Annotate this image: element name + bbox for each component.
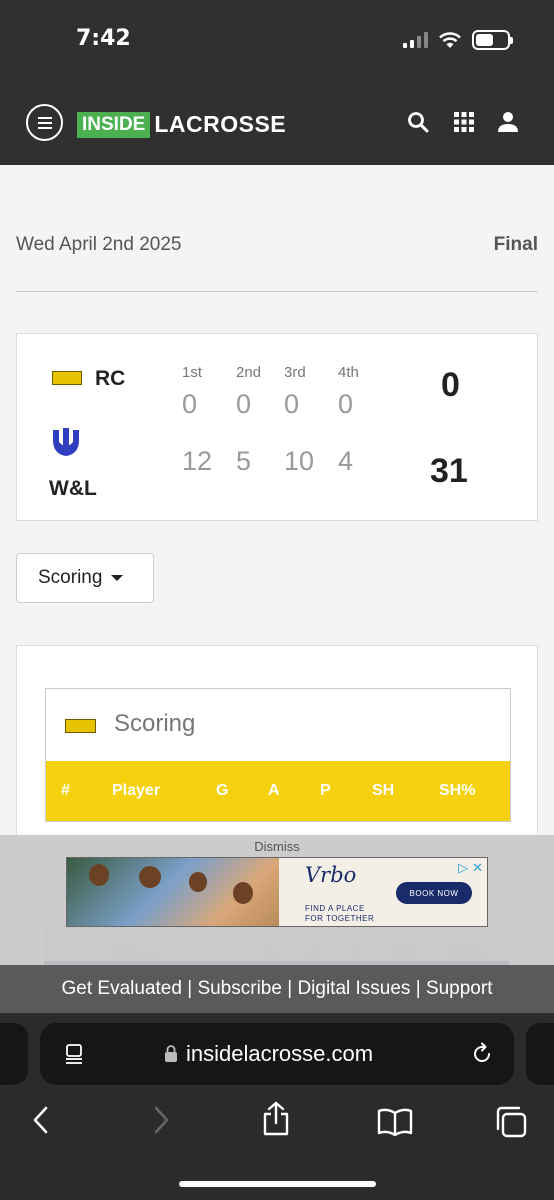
ad-book-now-button[interactable]: BOOK NOW <box>396 882 472 904</box>
reader-icon[interactable] <box>64 1043 86 1065</box>
quarter-score: 0 <box>284 389 300 419</box>
quarter-header: 1st <box>182 364 203 381</box>
footer-link-get-evaluated[interactable]: Get Evaluated <box>62 978 182 999</box>
battery-level <box>476 34 493 46</box>
status-bar: 7:42 <box>0 0 554 80</box>
browser-toolbar: insidelacrosse.com <box>0 1013 554 1200</box>
caret-down-icon <box>111 575 124 581</box>
game-date: Wed April 2nd 2025 <box>16 234 182 255</box>
quarter-score: 12 <box>182 446 213 476</box>
ad-tagline-line: FOR TOGETHER <box>305 914 375 923</box>
rc-team-logo <box>52 371 82 385</box>
divider <box>16 291 538 292</box>
quarter-score: 4 <box>338 446 354 476</box>
logo-lacrosse-text: LACROSSE <box>154 111 287 137</box>
quarter-score: 10 <box>284 446 315 476</box>
site-header: INSIDE LACROSSE <box>0 80 554 165</box>
grid-icon[interactable] <box>452 110 476 134</box>
footer-separator: | <box>415 978 421 999</box>
quarter-score: 0 <box>338 389 354 419</box>
quarter-score: 0 <box>182 389 198 419</box>
logo-inside-text: INSIDE <box>77 111 151 138</box>
column-header[interactable]: G <box>216 782 228 800</box>
user-icon[interactable] <box>496 110 520 134</box>
footer-link-subscribe[interactable]: Subscribe <box>197 978 282 999</box>
rc-team-logo <box>65 719 96 733</box>
signal-icon <box>403 32 428 48</box>
game-date-row: Wed April 2nd 2025 Final <box>16 234 538 256</box>
scoring-table: Scoring # Player G A P SH SH% <box>45 688 511 822</box>
team-name-wl: W&L <box>49 477 97 500</box>
quarter-score: 0 <box>236 389 252 419</box>
battery-icon <box>472 30 513 50</box>
total-score-rc: 0 <box>441 366 460 404</box>
url-text: insidelacrosse.com <box>186 1041 374 1066</box>
total-score-wl: 31 <box>430 452 468 490</box>
footer-separator: | <box>287 978 293 999</box>
ad-overlay: Dismiss Vrbo FIND A PLACE FOR TOGETHER B… <box>0 835 554 965</box>
back-icon[interactable] <box>30 1105 52 1135</box>
stats-table-header: # Player G A P SH SH% <box>46 761 510 821</box>
wifi-icon <box>439 32 461 48</box>
column-header[interactable]: SH% <box>439 782 475 800</box>
stats-table-title: Scoring <box>114 710 196 737</box>
ad-choices[interactable]: ▷ ✕ <box>458 860 483 876</box>
scoreboard: RC W&L 1st 2nd 3rd 4th 0 0 0 0 12 5 10 4… <box>16 333 538 521</box>
column-header[interactable]: A <box>268 782 280 800</box>
bookmarks-icon[interactable] <box>377 1107 413 1137</box>
footer-link-support[interactable]: Support <box>426 978 493 999</box>
status-time: 7:42 <box>76 26 131 51</box>
footer-links: Get Evaluated | Subscribe | Digital Issu… <box>0 965 554 1013</box>
ad-tagline: FIND A PLACE FOR TOGETHER <box>305 904 374 924</box>
adchoices-icon[interactable]: ▷ <box>458 860 468 876</box>
quarter-score: 5 <box>236 446 252 476</box>
column-header[interactable]: SH <box>372 782 394 800</box>
stat-type-dropdown[interactable]: Scoring <box>16 553 154 603</box>
next-tab-peek[interactable] <box>526 1023 554 1085</box>
tabs-icon[interactable] <box>494 1105 528 1139</box>
home-indicator <box>179 1181 376 1187</box>
ad-tagline-line: FIND A PLACE <box>305 904 365 913</box>
menu-icon[interactable] <box>26 104 63 141</box>
ad-photo <box>67 858 279 926</box>
footer-link-digital-issues[interactable]: Digital Issues <box>297 978 410 999</box>
forward-icon[interactable] <box>150 1105 172 1135</box>
search-icon[interactable] <box>406 110 430 134</box>
team-name-rc: RC <box>95 367 126 390</box>
dropdown-selected-value: Scoring <box>38 567 103 588</box>
game-status: Final <box>493 234 538 255</box>
address-bar[interactable]: insidelacrosse.com <box>40 1023 514 1085</box>
close-icon[interactable]: ✕ <box>472 860 483 876</box>
ad-brand: Vrbo <box>305 863 357 887</box>
share-icon[interactable] <box>260 1101 292 1137</box>
wl-team-logo <box>53 428 79 456</box>
reload-icon[interactable] <box>470 1042 494 1066</box>
quarter-header: 2nd <box>236 364 262 381</box>
status-icons <box>403 30 513 50</box>
column-header[interactable]: P <box>320 782 331 800</box>
site-logo[interactable]: INSIDE LACROSSE <box>77 111 286 138</box>
dismiss-ad-button[interactable]: Dismiss <box>0 839 554 854</box>
column-header[interactable]: # <box>61 782 70 800</box>
quarter-header: 4th <box>338 364 359 381</box>
quarter-header: 3rd <box>284 364 306 381</box>
vrbo-ad-banner[interactable]: Vrbo FIND A PLACE FOR TOGETHER BOOK NOW … <box>66 857 488 927</box>
footer-separator: | <box>187 978 193 999</box>
lock-icon <box>165 1045 177 1062</box>
column-header[interactable]: Player <box>112 782 160 800</box>
previous-tab-peek[interactable] <box>0 1023 28 1085</box>
